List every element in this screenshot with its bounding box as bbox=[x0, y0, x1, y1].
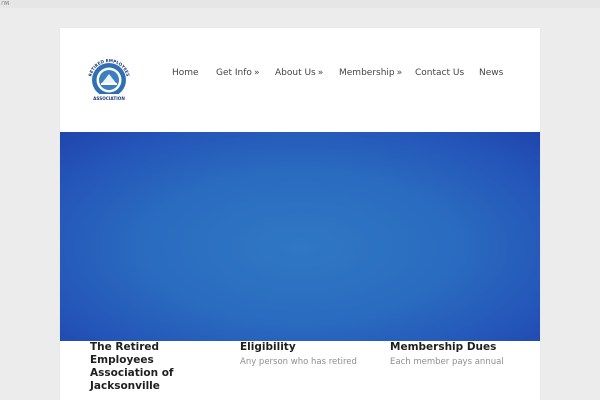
column-title: Membership Dues bbox=[390, 341, 497, 353]
column-text: Each member pays annual bbox=[390, 357, 504, 367]
column-about: The Retired Employees Association of Jac… bbox=[90, 341, 220, 393]
nav-item-about-us[interactable]: About Us» bbox=[275, 68, 323, 78]
nav-item-get-info[interactable]: Get Info» bbox=[216, 68, 259, 78]
column-eligibility: Eligibility Any person who has retired bbox=[240, 341, 370, 368]
submenu-arrow-icon: » bbox=[253, 68, 260, 78]
nav-item-membership[interactable]: Membership» bbox=[339, 68, 402, 78]
nav-label-home: Home bbox=[172, 68, 199, 78]
nav-label-news: News bbox=[479, 68, 504, 78]
nav-label-membership: Membership bbox=[339, 68, 395, 78]
submenu-arrow-icon: » bbox=[396, 68, 403, 78]
column-title: Eligibility bbox=[240, 341, 296, 353]
nav-label-about-us: About Us bbox=[275, 68, 316, 78]
column-title: The Retired Employees Association of Jac… bbox=[90, 341, 174, 392]
tab-glyph: กพ bbox=[1, 0, 9, 7]
nav-label-contact-us: Contact Us bbox=[415, 68, 465, 78]
nav-label-get-info: Get Info bbox=[216, 68, 252, 78]
logo-association-text: ASSOCIATION bbox=[93, 96, 125, 101]
site-header: RETIRED EMPLOYEES ASSOCIATION Home Get I… bbox=[60, 28, 540, 132]
association-logo[interactable]: RETIRED EMPLOYEES ASSOCIATION bbox=[83, 56, 135, 104]
submenu-arrow-icon: » bbox=[317, 68, 324, 78]
nav-item-news[interactable]: News bbox=[479, 68, 503, 78]
column-text: Any person who has retired bbox=[240, 357, 357, 367]
nav-item-home[interactable]: Home bbox=[172, 68, 199, 78]
hero-banner bbox=[60, 132, 540, 341]
column-membership-dues: Membership Dues Each member pays annual bbox=[390, 341, 520, 368]
nav-item-contact-us[interactable]: Contact Us bbox=[415, 68, 464, 78]
browser-top-bar: กพ bbox=[0, 0, 600, 8]
